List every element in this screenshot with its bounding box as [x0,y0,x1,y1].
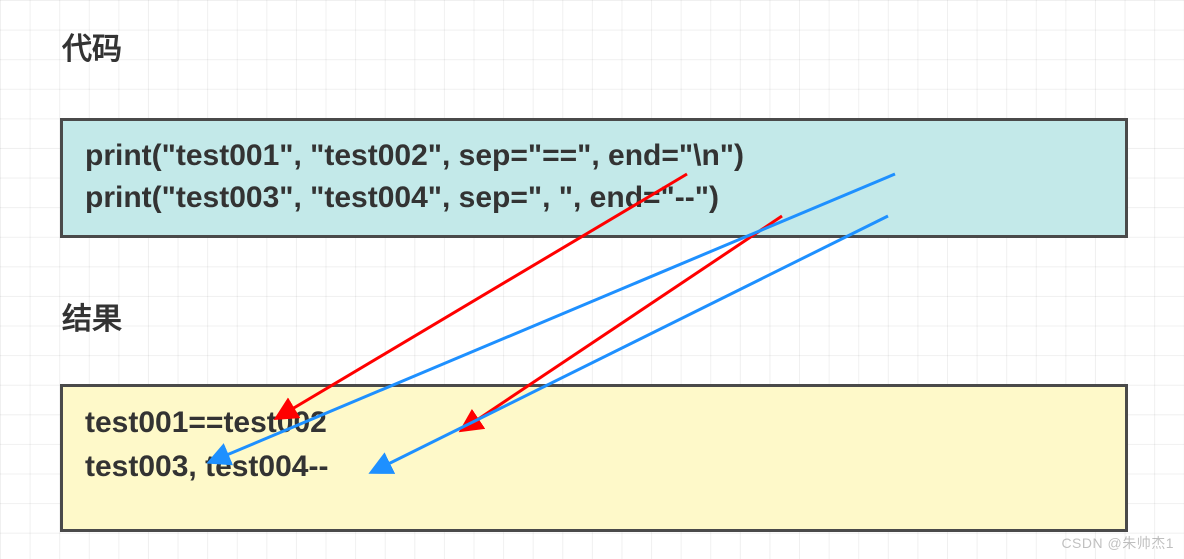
result-heading: 结果 [62,294,122,338]
result-box: test001==test002 test003, test004-- [60,384,1128,532]
code-line-2: print("test003", "test004", sep=", ", en… [85,177,1103,219]
code-box: print("test001", "test002", sep="==", en… [60,118,1128,238]
code-line-1: print("test001", "test002", sep="==", en… [85,135,1103,177]
watermark: CSDN @朱帅杰1 [1061,533,1174,553]
result-line-2: test003, test004-- [85,445,1103,489]
result-line-1: test001==test002 [85,401,1103,445]
code-heading: 代码 [62,24,122,68]
